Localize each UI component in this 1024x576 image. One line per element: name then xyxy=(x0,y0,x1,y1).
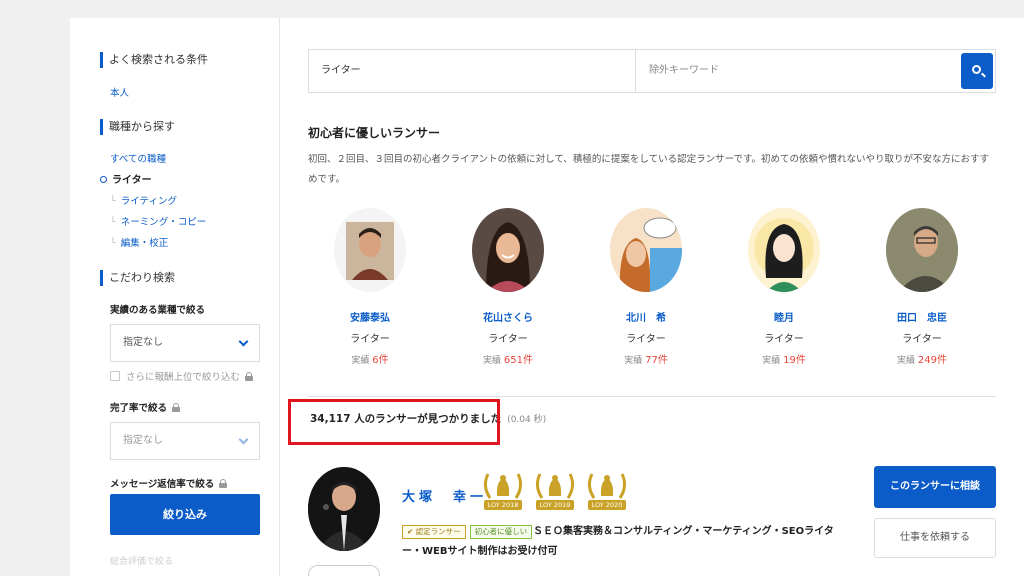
lancer-name[interactable]: 北川 希 xyxy=(591,312,701,326)
subcategory-editing[interactable]: └ 編集・校正 xyxy=(110,237,168,251)
main-panel: よく検索される条件 本人 職種から探す すべての職種 ライター └ ライティング … xyxy=(70,18,1024,576)
avatar-photo-icon xyxy=(748,208,820,292)
chevron-down-icon xyxy=(238,336,249,347)
avatar[interactable] xyxy=(472,208,544,292)
lancer-name[interactable]: 睦月 xyxy=(729,312,839,326)
lancer-role: ライター xyxy=(488,334,528,345)
advanced-heading: こだわり検索 xyxy=(100,270,175,286)
industry-select[interactable]: 指定なし xyxy=(110,324,260,362)
exclude-keyword-input[interactable]: 除外キーワード xyxy=(649,50,719,92)
result-lancer-name[interactable]: 大塚 幸一 xyxy=(402,486,487,505)
lancer-card[interactable]: 安藤泰弘 ライター 実績 6件 xyxy=(315,208,425,368)
lancer-card[interactable]: 北川 希 ライター 実績 77件 xyxy=(591,208,701,368)
tree-branch-icon: └ xyxy=(110,217,116,228)
consult-lancer-button[interactable]: このランサーに相談 xyxy=(874,466,996,508)
lancer-name[interactable]: 田口 忠臣 xyxy=(867,312,977,326)
subcategory-naming[interactable]: └ ネーミング・コピー xyxy=(110,216,206,230)
lancer-role: ライター xyxy=(764,334,804,345)
lancer-photo[interactable] xyxy=(308,467,380,551)
request-work-button[interactable]: 仕事を依頼する xyxy=(874,518,996,558)
frequent-link-honnin[interactable]: 本人 xyxy=(110,87,129,101)
avatar-photo-icon xyxy=(886,208,958,292)
follow-button-partial[interactable] xyxy=(308,565,380,576)
message-filter-label: メッセージ返信率で絞る xyxy=(110,478,228,492)
current-category[interactable]: ライター xyxy=(100,174,152,188)
lancer-record: 実績 77件 xyxy=(624,355,668,366)
lancer-card[interactable]: 花山さくら ライター 実績 651件 xyxy=(453,208,563,368)
narrow-button[interactable]: 絞り込み xyxy=(110,494,260,535)
laurel-icon xyxy=(535,473,575,499)
chevron-down-icon xyxy=(238,434,249,445)
lancer-card[interactable]: 睦月 ライター 実績 19件 xyxy=(729,208,839,368)
avatar-photo-icon xyxy=(472,208,544,292)
beginner-section-title: 初心者に優しいランサー xyxy=(308,126,441,140)
lancer-name[interactable]: 安藤泰弘 xyxy=(315,312,425,326)
completion-filter-label: 完了率で絞る xyxy=(110,402,181,416)
search-button[interactable] xyxy=(961,53,993,89)
lancer-catchphrase[interactable]: ＳＥＯ集客実務＆コンサルティング・マーケティング・SEOライター・WEBサイト制… xyxy=(402,522,852,562)
job-heading: 職種から探す xyxy=(100,119,175,135)
avatar[interactable] xyxy=(886,208,958,292)
subcategory-writing[interactable]: └ ライティング xyxy=(110,195,177,209)
reward-checkbox[interactable] xyxy=(110,371,120,381)
lock-icon xyxy=(219,479,228,488)
lancer-record: 実績 6件 xyxy=(351,355,389,366)
search-bar: ライター 除外キーワード xyxy=(308,49,996,93)
lancer-role: ライター xyxy=(626,334,666,345)
tree-branch-icon: └ xyxy=(110,238,116,249)
frequent-heading: よく検索される条件 xyxy=(100,52,208,68)
reward-checkbox-row[interactable]: さらに報酬上位で絞り込む xyxy=(110,371,254,385)
lancer-record: 実績 249件 xyxy=(897,355,947,366)
loy-badge: LOY 2018 xyxy=(480,468,526,514)
lancer-record: 実績 651件 xyxy=(483,355,533,366)
laurel-icon xyxy=(587,473,627,499)
avatar-photo-icon xyxy=(610,208,682,292)
keyword-input[interactable]: ライター xyxy=(309,50,636,92)
all-jobs-link[interactable]: すべての職種 xyxy=(110,153,166,167)
lancer-record: 実績 19件 xyxy=(762,355,806,366)
avatar-photo-icon xyxy=(308,467,380,551)
avatar[interactable] xyxy=(748,208,820,292)
lock-icon xyxy=(245,372,254,381)
beginner-section-description: 初回、２回目、３回目の初心者クライアントの依頼に対して、積極的に提案をしている認… xyxy=(308,154,990,185)
avatar[interactable] xyxy=(334,208,406,292)
industry-filter-label: 実績のある業種で絞る xyxy=(110,305,206,316)
lancer-role: ライター xyxy=(902,334,942,345)
sidebar: よく検索される条件 本人 職種から探す すべての職種 ライター └ ライティング … xyxy=(70,18,280,576)
radio-dot-icon xyxy=(100,176,107,183)
faded-filter-label: 総合評価で絞る xyxy=(110,557,174,567)
lancer-role: ライター xyxy=(350,334,390,345)
lancer-card[interactable]: 田口 忠臣 ライター 実績 249件 xyxy=(867,208,977,368)
search-icon xyxy=(972,65,981,74)
avatar-photo-icon xyxy=(334,208,406,292)
avatar[interactable] xyxy=(610,208,682,292)
section-divider xyxy=(308,396,996,397)
lancer-name[interactable]: 花山さくら xyxy=(453,312,563,326)
lock-icon xyxy=(172,403,181,412)
highlight-annotation-box xyxy=(288,399,500,445)
tree-branch-icon: └ xyxy=(110,196,116,207)
loy-badge: LOY 2020 xyxy=(584,468,630,514)
completion-select[interactable]: 指定なし xyxy=(110,422,260,460)
laurel-icon xyxy=(483,473,523,499)
loy-badge: LOY 2019 xyxy=(532,468,578,514)
